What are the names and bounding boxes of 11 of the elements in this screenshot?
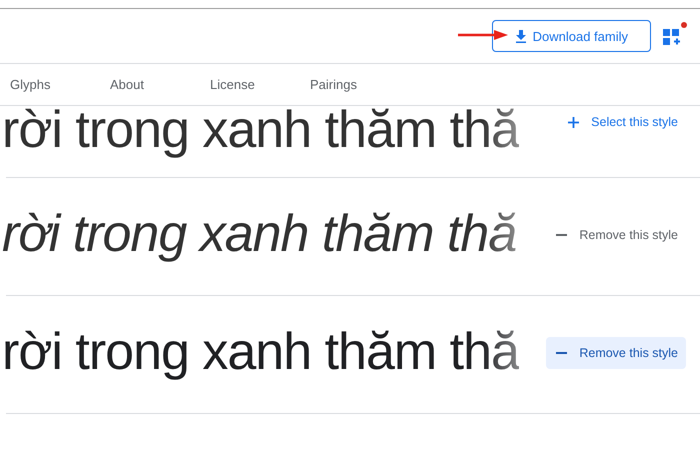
- tab[interactable]: Pairings: [310, 71, 410, 98]
- style-toggle-button[interactable]: Select this style: [558, 106, 686, 138]
- font-sample-text: rời trong xanh thăm thă: [2, 204, 516, 265]
- download-family-button[interactable]: Download family: [492, 20, 651, 52]
- style-toggle-button[interactable]: Remove this style: [546, 219, 686, 251]
- style-toggle-button[interactable]: Remove this style: [546, 337, 686, 369]
- tab[interactable]: About: [110, 71, 210, 98]
- font-sample-text: rời trong xanh thăm thă: [2, 100, 519, 160]
- tab[interactable]: License: [210, 71, 310, 98]
- font-sample-text: rời trong xanh thăm thă: [2, 322, 519, 383]
- tab[interactable]: Glyphs: [10, 71, 110, 98]
